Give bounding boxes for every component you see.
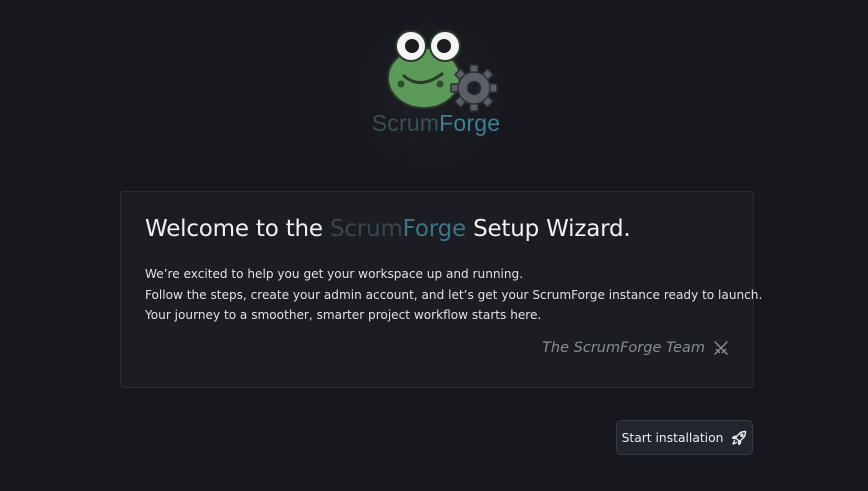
title-brand-forge: Forge	[402, 216, 466, 242]
logo-text-forge: Forge	[439, 110, 501, 136]
welcome-card: Welcome to the ScrumForge Setup Wizard. …	[120, 191, 762, 388]
frog-gear-icon	[387, 30, 498, 112]
welcome-line-3: Your journey to a smoother, smarter proj…	[145, 308, 542, 322]
title-prefix: Welcome to the	[145, 216, 330, 242]
app-logo: ScrumForge	[348, 18, 520, 170]
welcome-message: We’re excited to help you get your works…	[145, 264, 762, 326]
crossed-swords-icon	[713, 340, 729, 356]
signature-text: The ScrumForge Team	[542, 340, 705, 356]
team-signature: The ScrumForge Team	[542, 340, 729, 356]
welcome-line-2: Follow the steps, create your admin acco…	[145, 287, 763, 302]
logo-wordmark: ScrumForge	[348, 110, 524, 137]
welcome-line-1: We’re excited to help you get your works…	[145, 267, 524, 281]
title-brand-scrum: Scrum	[329, 216, 403, 242]
title-suffix: Setup Wizard.	[465, 216, 631, 242]
rocket-icon	[731, 430, 747, 446]
logo-text-scrum: Scrum	[371, 110, 440, 136]
welcome-title: Welcome to the ScrumForge Setup Wizard.	[145, 216, 631, 242]
start-installation-label: Start installation	[621, 430, 724, 445]
start-installation-button[interactable]: Start installation	[616, 420, 753, 455]
